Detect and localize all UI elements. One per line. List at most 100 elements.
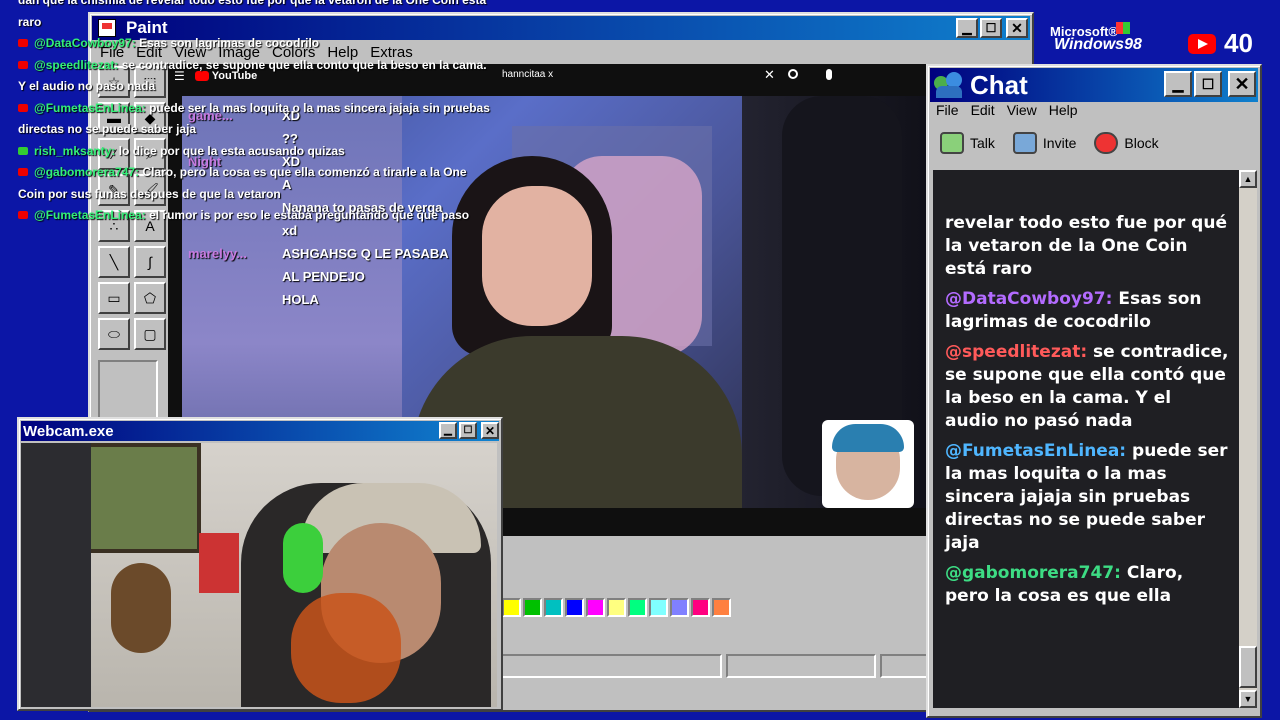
scroll-up-button[interactable]: ▲	[1239, 170, 1257, 188]
palette-color-swatch[interactable]	[607, 598, 626, 617]
youtube-search-input[interactable]: hanncitaa x	[502, 69, 553, 80]
webcam-title: Webcam.exe	[23, 422, 114, 440]
palette-color-swatch[interactable]	[502, 598, 521, 617]
overlay-chat-text: lo dice por que la esta acusando quizas	[118, 143, 345, 158]
chat-maximize-button[interactable]: ☐	[1194, 71, 1222, 97]
scroll-thumb[interactable]	[1239, 646, 1257, 688]
paint-minimize-button[interactable]: ▁	[956, 18, 978, 38]
paint-maximize-button[interactable]: ☐	[980, 18, 1002, 38]
chat-menu-file[interactable]: File	[936, 102, 959, 118]
search-icon[interactable]	[788, 69, 798, 79]
chat-message: @DataCowboy97: Esas son lagrimas de coco…	[945, 288, 1229, 334]
chat-talk-button[interactable]: Talk	[940, 132, 995, 154]
palette-color-swatch[interactable]	[649, 598, 668, 617]
webcam-feed[interactable]	[21, 443, 497, 707]
overlay-chat-line: @gabomorera747: Claro, pero la cosa es q…	[18, 160, 467, 184]
chat-message-list: revelar todo esto fue por qué la vetaron…	[945, 212, 1229, 615]
overlay-chat-line: @speedlitezat: se contradice, se supone …	[18, 53, 487, 77]
windows98-logo: Microsoft® Windows98	[1048, 22, 1168, 53]
palette-color-swatch[interactable]	[712, 598, 731, 617]
chat-message-user: @DataCowboy97:	[945, 289, 1113, 309]
scroll-down-button[interactable]: ▼	[1239, 690, 1257, 708]
webcam-minimize-button[interactable]: ▁	[439, 422, 457, 439]
overlay-chat-text: dan que la chismia de revelar todo esto …	[18, 0, 487, 7]
overlay-chat-line: dan que la chismia de revelar todo esto …	[18, 0, 486, 12]
youtube-chat-icon	[18, 211, 28, 219]
chat-message: @gabomorera747: Claro, pero la cosa es q…	[945, 562, 1229, 608]
chat-block-button[interactable]: Block	[1094, 132, 1159, 154]
chat-message-user: @gabomorera747:	[945, 563, 1121, 583]
overlay-chat-text: se contradice, se supone que ella conto …	[121, 57, 487, 72]
chat-message: revelar todo esto fue por qué la vetaron…	[945, 212, 1229, 281]
chat-people-icon	[934, 72, 964, 98]
palette-color-swatch[interactable]	[691, 598, 710, 617]
chat-message-user: @speedlitezat:	[945, 342, 1088, 362]
status-panel-main	[500, 654, 722, 678]
curve-tool-icon[interactable]: ∫	[134, 246, 166, 278]
youtube-chat-icon	[18, 168, 28, 176]
chat-invite-button[interactable]: Invite	[1012, 132, 1077, 154]
talk-icon	[940, 132, 964, 154]
palette-color-swatch[interactable]	[565, 598, 584, 617]
overlay-chat-line: directas no se puede saber jaja	[18, 117, 196, 141]
youtube-chat-icon	[18, 60, 28, 69]
youtube-chat-icon	[18, 146, 28, 155]
paint-close-button[interactable]: ✕	[1006, 18, 1028, 38]
chat-minimize-button[interactable]: ▁	[1164, 71, 1192, 97]
chat-menu-view[interactable]: View	[1007, 102, 1037, 118]
ellipse-tool-icon[interactable]: ⬭	[98, 318, 130, 350]
microphone-icon[interactable]	[826, 69, 832, 80]
chat-invite-label: Invite	[1042, 135, 1077, 151]
overlay-chat-user: @FumetasEnLinea:	[34, 208, 146, 222]
overlay-chat-line: @FumetasEnLinea: puede ser la mas loquit…	[18, 96, 490, 120]
overlay-chat-user: @speedlitezat:	[34, 57, 119, 72]
webcam-window: Webcam.exe ▁ ☐ ✕	[17, 417, 503, 711]
chat-menu-help[interactable]: Help	[1049, 102, 1078, 118]
chat-close-button[interactable]: ✕	[1228, 71, 1256, 97]
status-panel-coords	[726, 654, 876, 678]
chat-menu-edit[interactable]: Edit	[971, 102, 995, 118]
invite-icon	[1012, 132, 1037, 154]
palette-color-swatch[interactable]	[586, 598, 605, 617]
chat-message-text: revelar todo esto fue por qué la vetaron…	[945, 213, 1227, 279]
palette-color-swatch[interactable]	[523, 598, 542, 617]
stream-chat-text: HOLA	[282, 292, 319, 307]
overlay-chat-text: directas no se puede saber jaja	[18, 122, 197, 136]
rounded-rect-tool-icon[interactable]: ▢	[134, 318, 166, 350]
palette-color-swatch[interactable]	[544, 598, 563, 617]
youtube-chat-icon	[18, 103, 28, 112]
viewer-count-badge: 40	[1188, 28, 1253, 59]
overlay-chat-text: Y el audio no paso nada	[18, 79, 156, 93]
stream-chat-text: ASHGAHSG Q LE PASABA AL PENDEJO	[282, 246, 449, 284]
chat-block-label: Block	[1124, 135, 1159, 151]
clear-search-icon[interactable]: ✕	[764, 67, 775, 83]
webcam-close-button[interactable]: ✕	[481, 422, 499, 439]
rectangle-tool-icon[interactable]: ▭	[98, 282, 130, 314]
polygon-tool-icon[interactable]: ⬠	[134, 282, 166, 314]
chat-title: Chat	[970, 69, 1028, 100]
overlay-chat-text: puede ser la mas loquita o la mas sincer…	[149, 100, 490, 115]
webcam-titlebar[interactable]: Webcam.exe	[21, 421, 499, 441]
overlay-chat-text: el rumor is por eso le estaba preguntand…	[149, 208, 470, 222]
webcam-maximize-button[interactable]: ☐	[459, 422, 477, 439]
chat-message: @speedlitezat: se contradice, se supone …	[945, 341, 1229, 433]
chat-scrollbar[interactable]: ▲ ▼	[1239, 170, 1257, 708]
overlay-chat-line: raro	[18, 10, 41, 34]
line-tool-icon[interactable]: ╲	[98, 246, 130, 278]
overlay-chat-user: @FumetasEnLinea:	[34, 100, 146, 115]
overlay-chat-user: @DataCowboy97:	[34, 36, 136, 50]
overlay-chat-line: @FumetasEnLinea: el rumor is por eso le …	[18, 203, 469, 227]
color-palette	[502, 598, 731, 617]
windows-flag-icon	[1116, 22, 1130, 34]
palette-color-swatch[interactable]	[670, 598, 689, 617]
block-icon	[1094, 132, 1119, 154]
stream-chat-user: marelyy...	[188, 246, 248, 261]
youtube-chat-icon	[18, 39, 28, 47]
stream-chat-message: HOLA	[282, 288, 488, 311]
guest-avatar	[822, 420, 914, 508]
overlay-chat-user: @gabomorera747:	[34, 165, 140, 179]
chat-message-user: @FumetasEnLinea:	[945, 441, 1127, 461]
palette-color-swatch[interactable]	[628, 598, 647, 617]
chat-toolbar: Talk Invite Block	[940, 132, 1159, 154]
overlay-chat-line: @DataCowboy97: Esas son lagrimas de coco…	[18, 31, 319, 55]
